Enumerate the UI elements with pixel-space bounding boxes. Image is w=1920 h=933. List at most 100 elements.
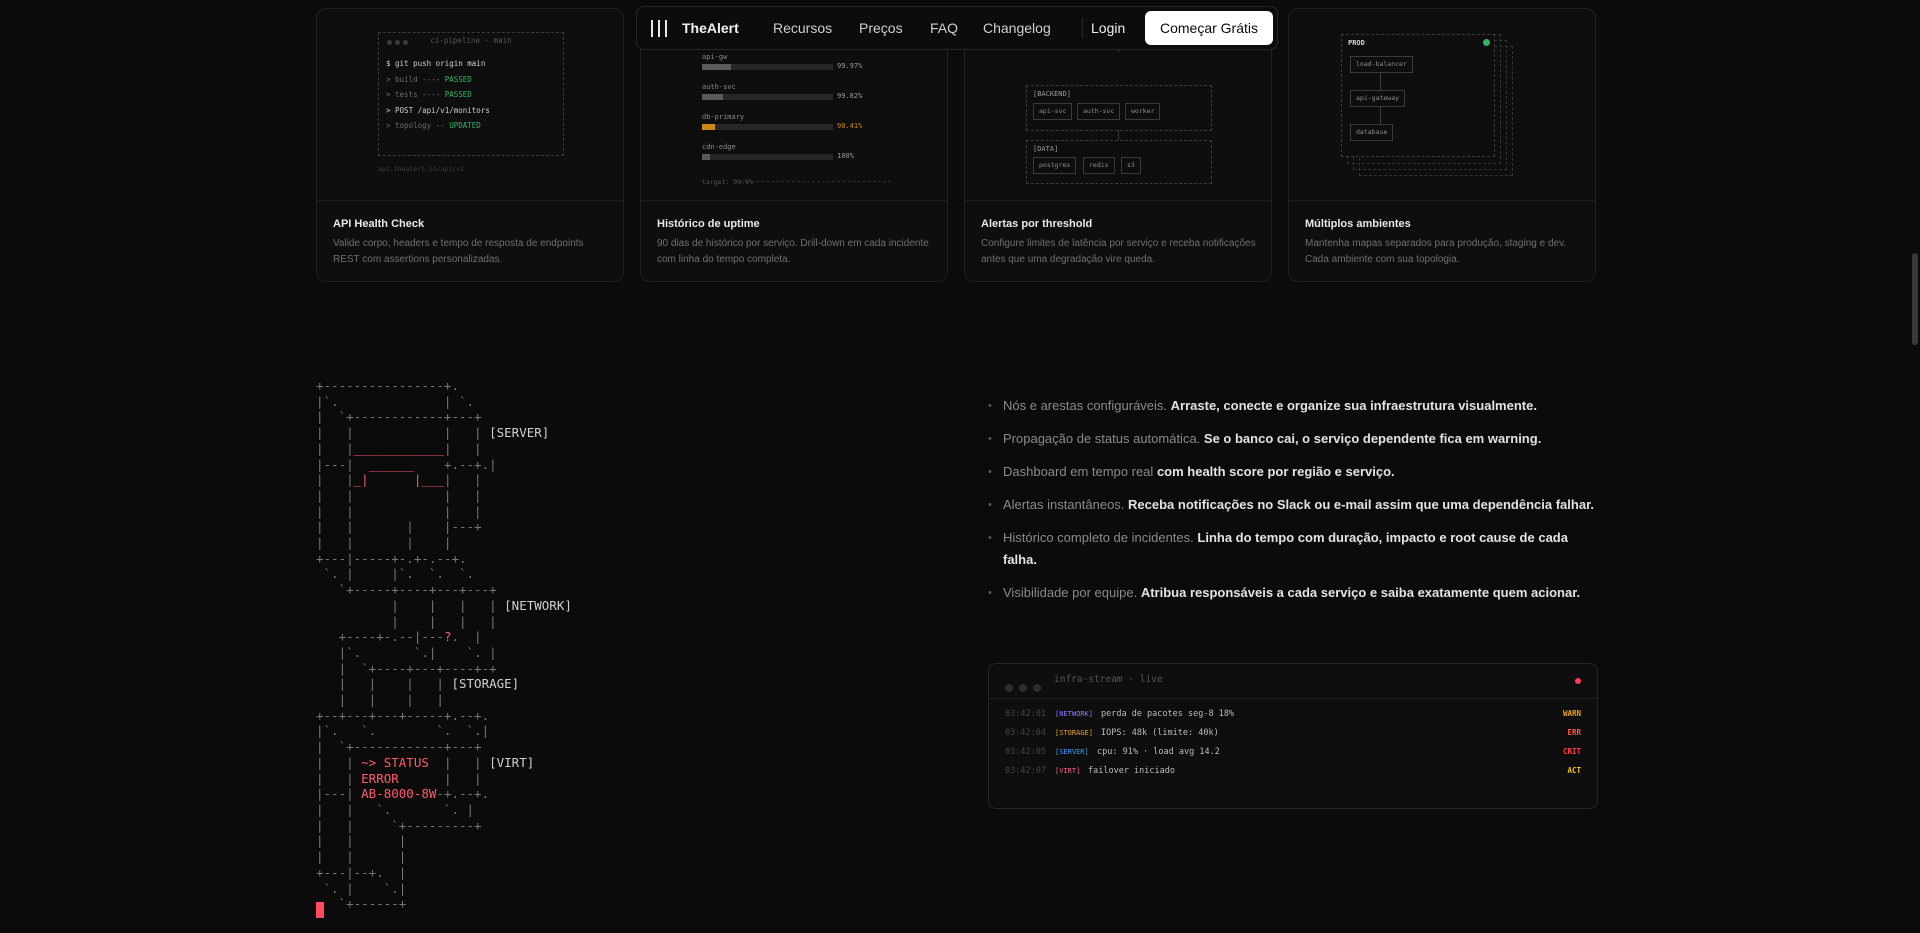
- uptime-percent: 100%: [837, 152, 854, 160]
- feature-item: Dashboard em tempo real com health score…: [988, 461, 1596, 483]
- card-api-health-check[interactable]: ci-pipeline · main $ git push origin mai…: [316, 8, 624, 282]
- login-link[interactable]: Login: [1091, 20, 1125, 36]
- connector: [1118, 130, 1119, 140]
- node: worker: [1125, 103, 1161, 120]
- group-label: [BACKEND]: [1033, 90, 1071, 98]
- node: s3: [1121, 157, 1141, 174]
- panel-title: infra-stream · live: [1054, 674, 1163, 685]
- nav-link-precos[interactable]: Preços: [859, 20, 903, 36]
- feature-detail: Receba notificações no Slack ou e-mail a…: [1128, 497, 1595, 512]
- feature-item: Histórico completo de incidentes. Linha …: [988, 527, 1596, 571]
- stream-row: 03:42:07 [VIRT] failover iniciado ACT: [1005, 763, 1581, 779]
- feature-detail: com health score por região e serviço.: [1156, 464, 1395, 479]
- terminal-line: $ git push origin main: [386, 59, 486, 68]
- unknown-marker: ?: [443, 629, 452, 645]
- feature-lead: Dashboard em tempo real: [1003, 464, 1154, 479]
- uptime-bar-fill: [702, 64, 731, 70]
- feature-detail: Atribua responsáveis a cada serviço e sa…: [1140, 585, 1581, 600]
- feature-item: Propagação de status automática. Se o ba…: [988, 428, 1596, 450]
- stream-message: IOPS: 48k (limite: 40k): [1101, 728, 1219, 738]
- node: redis: [1083, 157, 1115, 174]
- uptime-bar: [702, 154, 833, 160]
- uptime-bar-fill: [702, 124, 716, 130]
- group-label: [DATA]: [1033, 145, 1059, 153]
- service-name: db-primary: [702, 113, 745, 121]
- label-network: [NETWORK]: [504, 597, 572, 613]
- feature-item: Nós e arestas configuráveis. Arraste, co…: [988, 395, 1596, 417]
- uptime-bar-fill: [702, 94, 723, 100]
- status-passed: PASSED: [444, 90, 472, 99]
- connector: [1380, 72, 1381, 90]
- stream-message: failover iniciado: [1088, 766, 1175, 776]
- panel-header: infra-stream · live: [989, 664, 1597, 699]
- env-prod: PROD load-balancer api-gateway database: [1341, 34, 1495, 157]
- stream-level: ERR: [1567, 728, 1581, 737]
- status-line: ERROR: [361, 770, 399, 786]
- node: postgres: [1033, 157, 1077, 174]
- status-dot-icon: [1483, 39, 1490, 46]
- env-label: PROD: [1348, 39, 1365, 47]
- node: database: [1350, 124, 1394, 141]
- status-line: ~> STATUS: [361, 754, 429, 770]
- page-scrollbar[interactable]: [1910, 0, 1920, 933]
- stream-time: 03:42:05: [1005, 747, 1046, 757]
- connector: [1380, 106, 1381, 124]
- stream-tag: [NETWORK]: [1055, 710, 1093, 718]
- stream-row: 03:42:05 [SERVER] cpu: 91% · load avg 14.2…: [1005, 744, 1581, 760]
- feature-item: Visibilidade por equipe. Atribua respons…: [988, 582, 1596, 604]
- group-data: [DATA] postgres redis s3: [1026, 140, 1212, 184]
- card-title: Múltiplos ambientes: [1305, 218, 1411, 230]
- status-passed: PASSED: [444, 74, 472, 84]
- brand-name[interactable]: TheAlert: [682, 20, 739, 36]
- uptime-target: target: 99.9%: [702, 178, 753, 186]
- uptime-bar-fill: [702, 154, 710, 160]
- stream-message: cpu: 91% · load avg 14.2: [1097, 747, 1220, 757]
- blinking-cursor: [316, 902, 324, 918]
- terminal-line: > tests ----: [386, 90, 445, 99]
- service-name: api-gw: [702, 53, 728, 61]
- label-server: [SERVER]: [489, 425, 550, 441]
- service-name: auth-svc: [702, 83, 736, 91]
- uptime-bar: [702, 124, 833, 130]
- stream-message: perda de pacotes seg-8 18%: [1101, 709, 1235, 719]
- card-description: Configure limites de latência por serviç…: [981, 238, 1256, 265]
- node: api-gateway: [1350, 90, 1406, 107]
- node: api-svc: [1033, 103, 1073, 120]
- uptime-row: cdn-edge 100%: [702, 143, 890, 173]
- nav-link-faq[interactable]: FAQ: [930, 20, 958, 36]
- uptime-row: db-primary 98.41%: [702, 113, 890, 143]
- service-name: cdn-edge: [702, 143, 736, 151]
- card-description: Valide corpo, headers e tempo de respost…: [333, 238, 584, 265]
- feature-detail: Se o banco cai, o serviço dependente fic…: [1203, 431, 1542, 446]
- stream-tag: [VIRT]: [1055, 767, 1081, 775]
- stream-row: 03:42:04 [STORAGE] IOPS: 48k (limite: 40k)…: [1005, 725, 1581, 741]
- card-visual-environments: PROD load-balancer api-gateway database: [1289, 9, 1595, 201]
- window-dots-icon: [1005, 677, 1047, 696]
- terminal-line: > build ----: [386, 74, 445, 84]
- node: auth-svc: [1077, 103, 1121, 120]
- feature-list: Nós e arestas configuráveis. Arraste, co…: [988, 395, 1596, 615]
- nav-link-changelog[interactable]: Changelog: [983, 20, 1051, 36]
- card-multiple-environments[interactable]: PROD load-balancer api-gateway database …: [1288, 8, 1596, 282]
- label-storage: [STORAGE]: [451, 676, 520, 692]
- uptime-percent: 98.41%: [837, 122, 863, 130]
- group-backend: [BACKEND] api-svc auth-svc worker: [1026, 85, 1212, 131]
- live-indicator-icon: [1575, 678, 1581, 684]
- uptime-row: api-gw 99.97%: [702, 53, 890, 83]
- status-line: AB-8000-8W: [361, 786, 437, 802]
- uptime-list: api-gw 99.97% auth-svc 99.82% db-primary 98.4…: [702, 53, 890, 173]
- uptime-row: auth-svc 99.82%: [702, 83, 890, 113]
- stream-level: WARN: [1562, 709, 1581, 718]
- uptime-bar: [702, 64, 833, 70]
- feature-lead: Visibilidade por equipe.: [1003, 585, 1138, 600]
- scrollbar-thumb[interactable]: [1912, 253, 1918, 345]
- feature-item: Alertas instantâneos. Receba notificaçõe…: [988, 494, 1596, 516]
- navbar: TheAlert Recursos Preços FAQ Changelog L…: [636, 6, 1278, 50]
- stream-time: 03:42:04: [1005, 728, 1046, 738]
- stream-time: 03:42:07: [1005, 766, 1046, 776]
- target-line: [741, 181, 891, 182]
- start-free-button[interactable]: Começar Grátis: [1145, 11, 1273, 45]
- card-title: Alertas por threshold: [981, 218, 1093, 230]
- terminal-title: ci-pipeline · main: [430, 36, 512, 45]
- nav-link-recursos[interactable]: Recursos: [773, 20, 832, 36]
